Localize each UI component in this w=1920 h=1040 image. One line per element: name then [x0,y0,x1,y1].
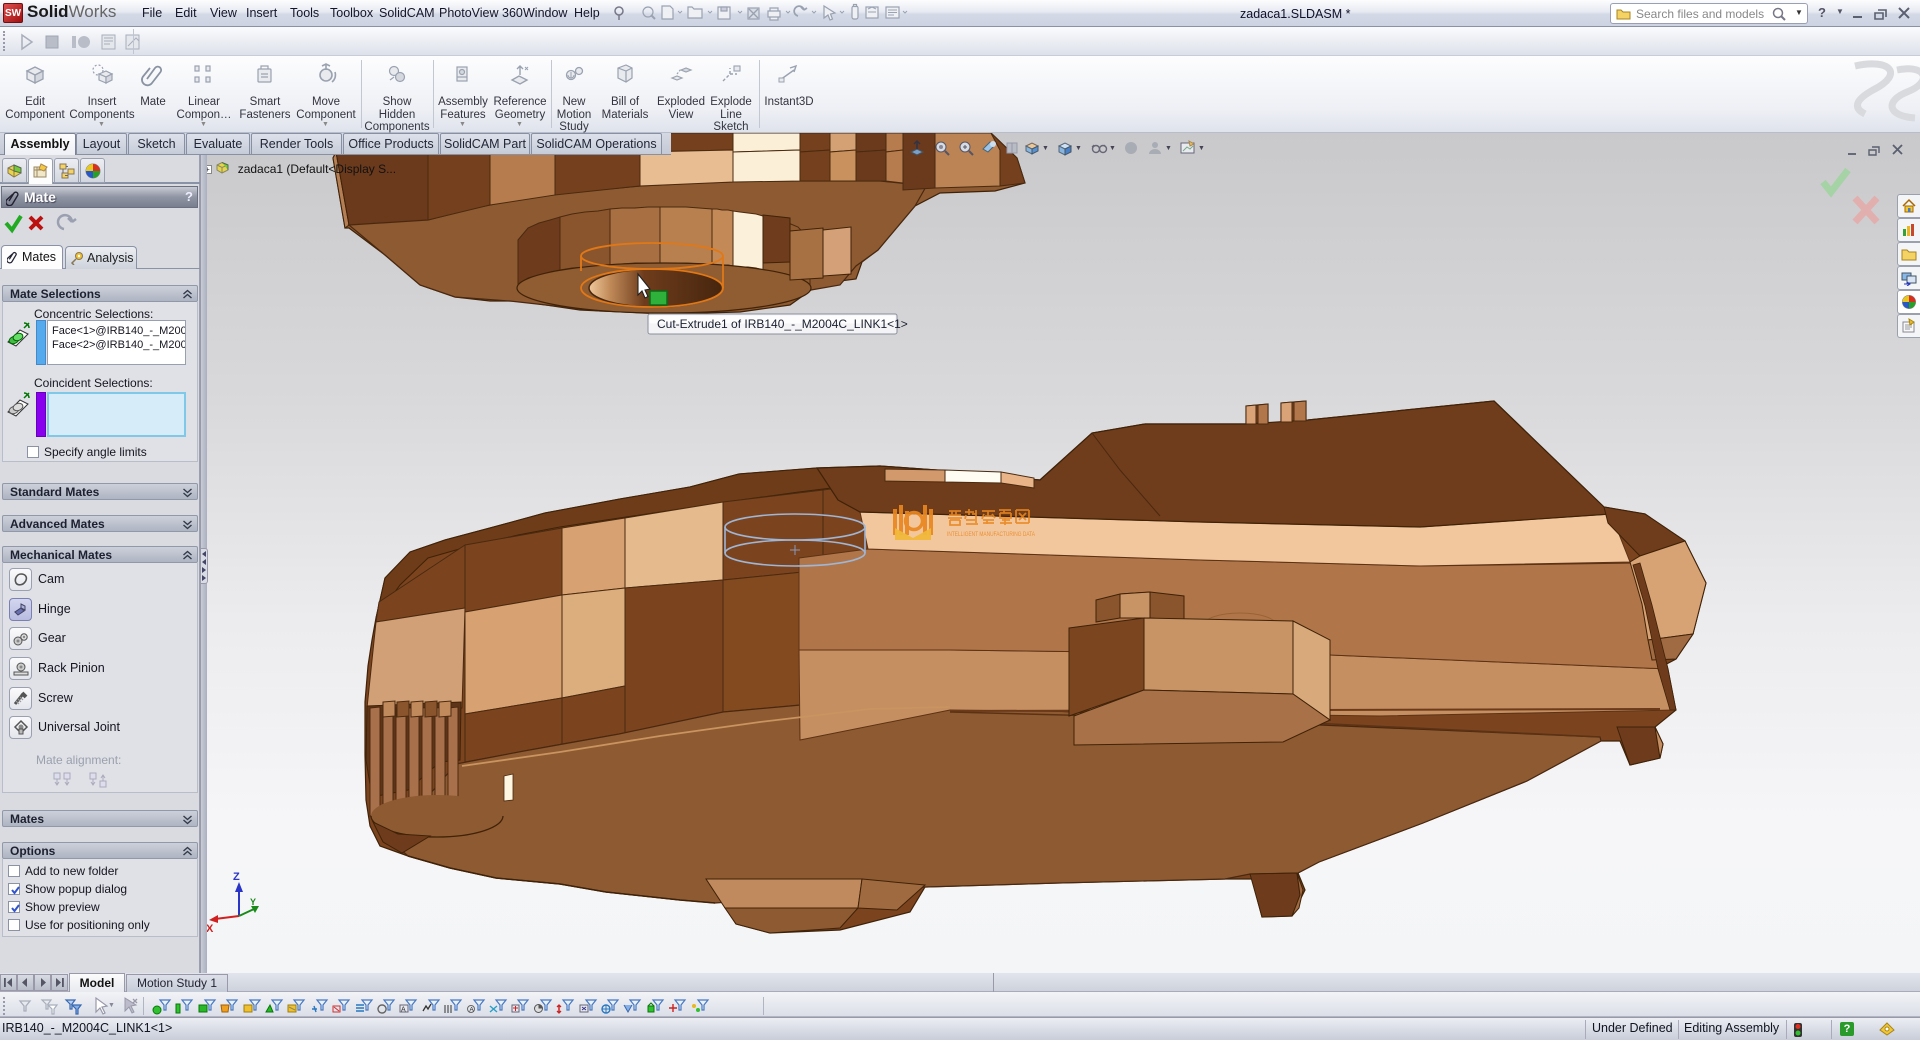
svg-text:A: A [401,1007,406,1014]
svg-text:INTELLIGENT MANUFACTURING DATA: INTELLIGENT MANUFACTURING DATA [947,531,1035,538]
svg-text:Z: Z [233,871,240,883]
svg-text:X: X [206,923,214,935]
svg-text:Cut-Extrude1 of IRB140_-_M2004: Cut-Extrude1 of IRB140_-_M2004C_LINK1<1> [657,317,908,331]
svg-text:A: A [469,1007,474,1014]
svg-text:Y: Y [250,897,256,907]
